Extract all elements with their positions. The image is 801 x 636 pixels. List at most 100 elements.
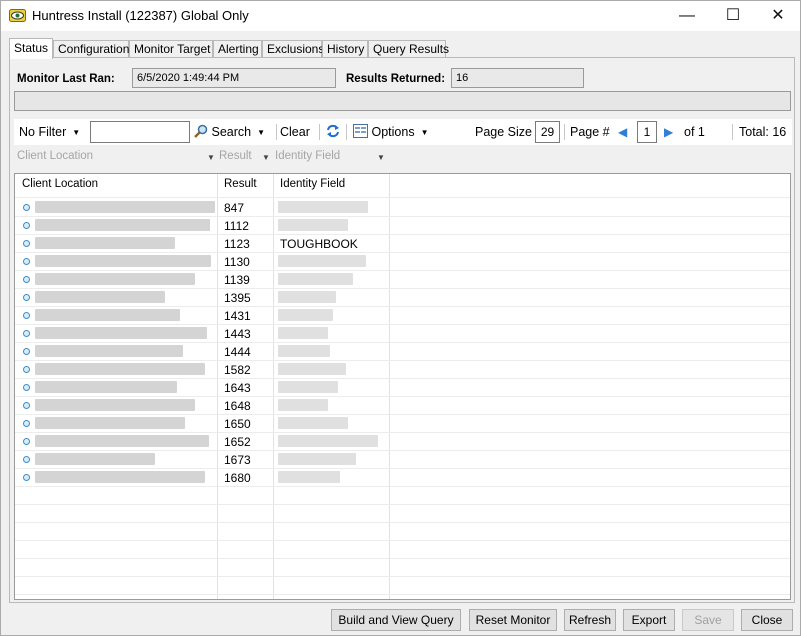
row-divider [15, 450, 790, 451]
result-cell: 1443 [224, 327, 251, 341]
identity-field-redacted [278, 345, 330, 357]
close-button[interactable]: Close [741, 609, 793, 631]
result-cell: 1123 [224, 237, 250, 251]
minimize-button[interactable]: — [664, 1, 710, 31]
close-window-button[interactable]: ✕ [755, 1, 801, 31]
tab-configuration[interactable]: Configuration [53, 40, 129, 58]
column-filters: Client Location ▼ Result ▼ Identity Field ▼ [14, 147, 792, 169]
identity-field-redacted [278, 219, 348, 231]
results-grid: Client Location Result Identity Field 84… [14, 173, 791, 600]
page-number-input[interactable]: 1 [637, 121, 657, 143]
row-divider [15, 414, 790, 415]
options-label: Options [371, 125, 415, 139]
column-divider [273, 174, 274, 599]
row-divider [15, 288, 790, 289]
tab-exclusions[interactable]: Exclusions [262, 40, 324, 58]
row-expand-icon[interactable] [23, 366, 30, 373]
result-cell: 1673 [224, 453, 251, 467]
result-filter[interactable]: Result ▼ [219, 150, 271, 162]
column-header-result[interactable]: Result [224, 178, 257, 190]
result-cell: 847 [224, 201, 245, 215]
row-divider [15, 576, 790, 577]
column-divider [217, 174, 218, 599]
client-location-redacted [35, 345, 183, 357]
result-cell: 1650 [224, 417, 251, 431]
client-location-redacted [35, 291, 165, 303]
row-expand-icon[interactable] [23, 312, 30, 319]
row-expand-icon[interactable] [23, 474, 30, 481]
refresh-grid-button[interactable] [326, 119, 340, 145]
identity-field-redacted [278, 435, 378, 447]
tab-query-results[interactable]: Query Results [368, 40, 449, 58]
column-header-identity-field[interactable]: Identity Field [280, 178, 345, 190]
client-location-filter[interactable]: Client Location ▼ [17, 150, 217, 162]
column-header-client-location[interactable]: Client Location [22, 178, 98, 190]
refresh-arrows-icon [327, 124, 339, 138]
row-expand-icon[interactable] [23, 384, 30, 391]
last-ran-label: Monitor Last Ran: [17, 73, 115, 85]
refresh-button[interactable]: Refresh [564, 609, 616, 631]
next-page-button[interactable]: ▶ [664, 119, 673, 145]
row-expand-icon[interactable] [23, 402, 30, 409]
identity-field-redacted [278, 417, 348, 429]
row-expand-icon[interactable] [23, 204, 30, 211]
tab-status[interactable]: Status [9, 38, 53, 59]
results-returned-label: Results Returned: [346, 73, 446, 85]
identity-field-redacted [278, 309, 333, 321]
tab-history[interactable]: History [322, 40, 368, 58]
row-divider [15, 504, 790, 505]
tab-monitor-target[interactable]: Monitor Target [129, 40, 213, 58]
row-divider [15, 342, 790, 343]
filter-dropdown[interactable]: No Filter ▼ [19, 119, 80, 145]
result-cell: 1139 [224, 273, 250, 287]
clear-button[interactable]: Clear [280, 119, 310, 145]
page-size-input[interactable]: 29 [535, 121, 560, 143]
result-cell: 1444 [224, 345, 251, 359]
row-divider [15, 558, 790, 559]
client-location-redacted [35, 273, 195, 285]
row-expand-icon[interactable] [23, 420, 30, 427]
result-cell: 1643 [224, 381, 251, 395]
row-expand-icon[interactable] [23, 240, 30, 247]
identity-field-cell: TOUGHBOOK [280, 237, 358, 251]
row-divider [15, 468, 790, 469]
client-location-redacted [35, 327, 207, 339]
client-location-redacted [35, 255, 211, 267]
row-expand-icon[interactable] [23, 294, 30, 301]
chevron-down-icon: ▼ [420, 127, 429, 137]
chevron-down-icon: ▼ [257, 127, 266, 137]
result-cell: 1652 [224, 435, 251, 449]
status-bar [14, 91, 791, 111]
toolbar-separator [346, 124, 347, 140]
save-button[interactable]: Save [682, 609, 734, 631]
options-button[interactable]: Options ▼ [353, 119, 429, 145]
row-expand-icon[interactable] [23, 438, 30, 445]
reset-monitor-button[interactable]: Reset Monitor [469, 609, 557, 631]
chevron-down-icon: ▼ [377, 153, 385, 162]
tab-alerting[interactable]: Alerting [213, 40, 262, 58]
identity-field-filter[interactable]: Identity Field ▼ [275, 150, 390, 162]
chevron-down-icon: ▼ [207, 153, 215, 162]
identity-field-redacted [278, 201, 368, 213]
filter-dropdown-label: No Filter [19, 125, 67, 139]
grid-toolbar: No Filter ▼ Search ▼ Clear Options ▼ Page S… [14, 119, 792, 145]
toolbar-separator [564, 124, 565, 140]
build-query-button[interactable]: Build and View Query [331, 609, 461, 631]
row-divider [15, 522, 790, 523]
row-divider [15, 486, 790, 487]
export-button[interactable]: Export [623, 609, 675, 631]
maximize-button[interactable]: ☐ [710, 1, 756, 31]
row-expand-icon[interactable] [23, 258, 30, 265]
row-expand-icon[interactable] [23, 276, 30, 283]
row-expand-icon[interactable] [23, 330, 30, 337]
client-location-redacted [35, 381, 177, 393]
triangle-right-icon: ▶ [664, 125, 674, 139]
row-expand-icon[interactable] [23, 456, 30, 463]
row-expand-icon[interactable] [23, 348, 30, 355]
client-location-filter-label: Client Location [17, 150, 94, 162]
search-button[interactable]: Search ▼ [194, 119, 265, 145]
page-size-label: Page Size [475, 125, 532, 139]
row-expand-icon[interactable] [23, 222, 30, 229]
filter-input[interactable] [90, 121, 190, 143]
previous-page-button[interactable]: ◀ [618, 119, 627, 145]
